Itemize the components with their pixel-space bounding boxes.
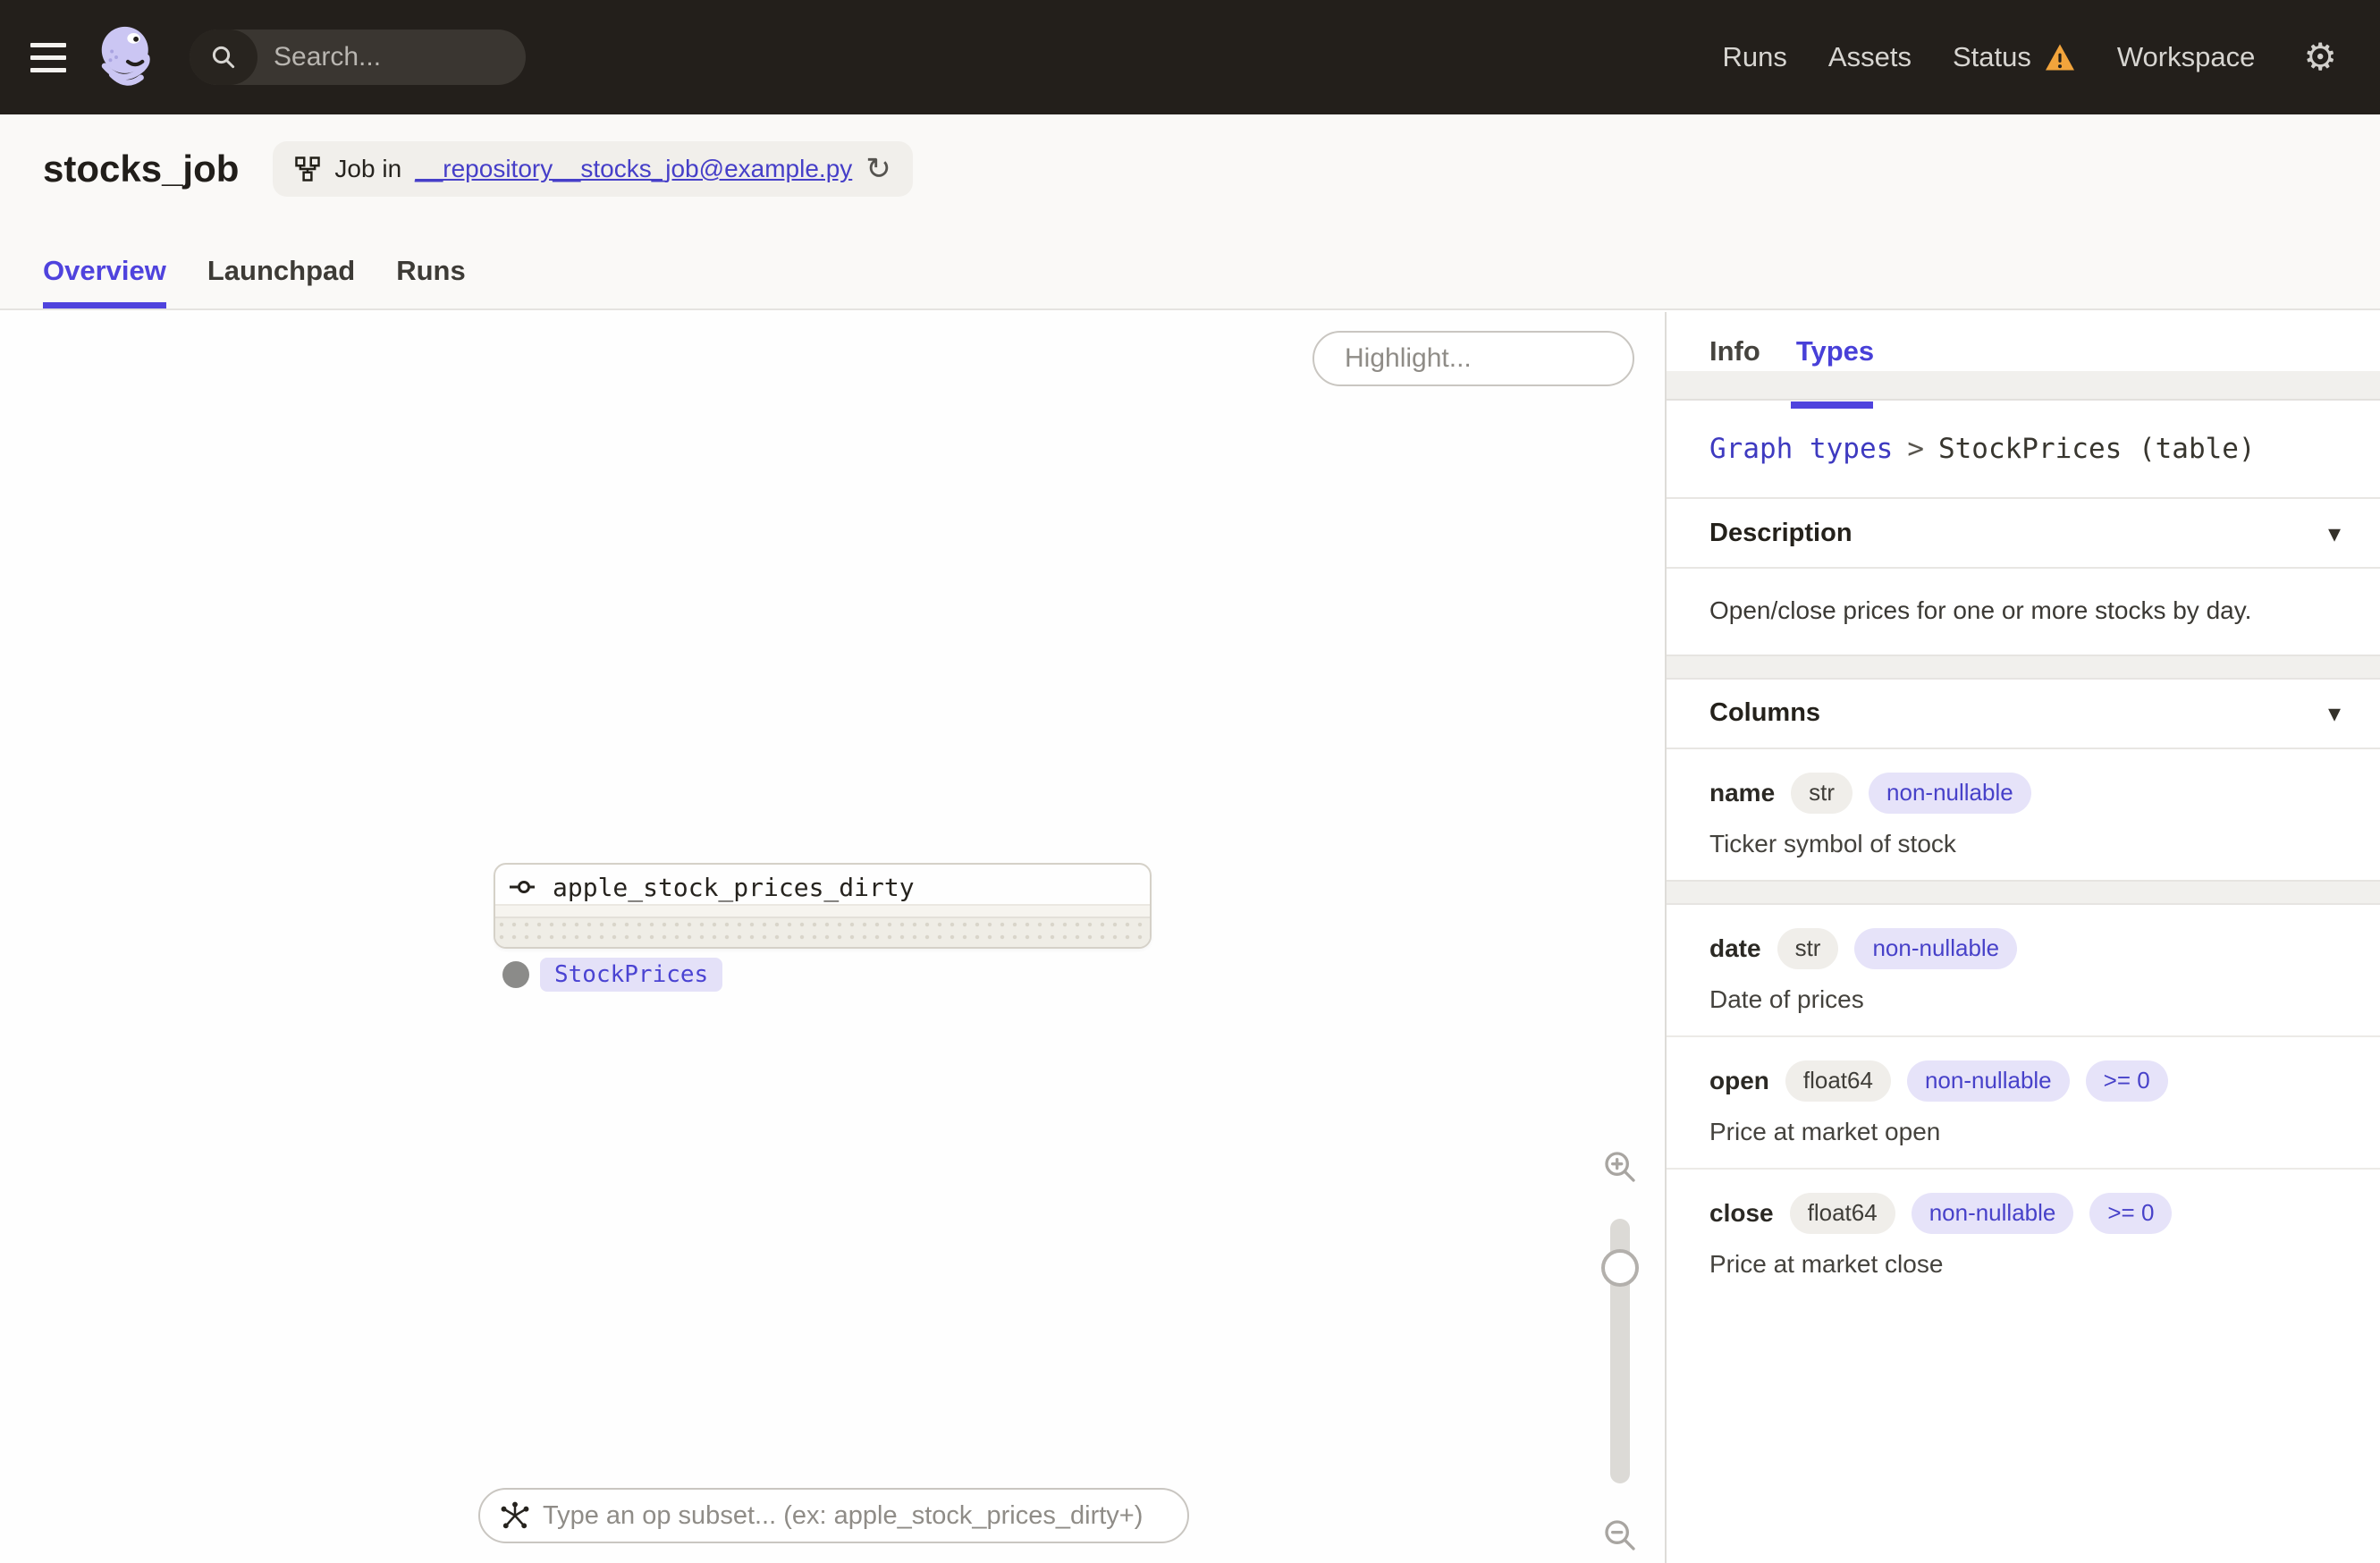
panel-tab-info[interactable]: Info [1709,335,1760,368]
column-type-pill: float64 [1785,1060,1891,1102]
op-node-strip [495,904,1150,917]
highlight-search [1312,331,1690,386]
panel-tab-types[interactable]: Types [1790,335,1875,409]
top-navigation-bar: / Runs Assets Status Workspace ⚙ [0,0,2380,114]
menu-icon[interactable] [30,32,80,82]
column-constraint-pill: >= 0 [2089,1192,2173,1234]
main-content: apple_stock_prices_dirty StockPrices [0,312,2380,1563]
columns-section-header[interactable]: Columns ▾ [1667,680,2380,749]
panel-tabs: Info Types [1667,312,2380,409]
refresh-icon[interactable]: ↻ [865,154,891,184]
top-nav-links: Runs Assets Status Workspace ⚙ [1723,38,2337,76]
job-file-link[interactable]: __repository__stocks_job@example.py [415,155,852,183]
app-root: / Runs Assets Status Workspace ⚙ stocks_… [0,0,2380,1563]
column-name: name [1709,778,1776,807]
global-search: / [190,30,526,85]
op-icon [510,881,535,893]
zoom-in-icon[interactable] [1602,1149,1638,1185]
job-tabs: Overview Launchpad Runs [0,255,2380,308]
tab-overview[interactable]: Overview [43,255,166,308]
page-header: stocks_job Job in __repository__stocks_j… [0,114,2380,310]
column-name: close [1709,1198,1774,1227]
nav-status-label: Status [1952,41,2031,72]
column-item-date: date str non-nullable Date of prices [1667,905,2380,1035]
op-node-name: apple_stock_prices_dirty [553,872,915,902]
column-name: date [1709,934,1761,962]
op-graph-canvas[interactable]: apple_stock_prices_dirty StockPrices [0,312,1690,1563]
panel-tabs-divider-band [1667,371,2380,401]
zoom-slider-thumb[interactable] [1601,1249,1639,1287]
zoom-controls [1591,1149,1649,1553]
column-type-pill: float64 [1789,1192,1895,1234]
column-description: Price at market open [1709,1117,1941,1145]
job-origin-tag: Job in __repository__stocks_job@example.… [273,141,913,197]
column-constraint-pill: non-nullable [1911,1192,2074,1234]
tab-runs[interactable]: Runs [396,255,466,308]
column-divider-band [1667,879,2380,905]
breadcrumb-graph-types-link[interactable]: Graph types [1709,433,1893,465]
column-constraint-pill: >= 0 [2085,1060,2168,1102]
column-name: open [1709,1066,1769,1094]
breadcrumb-current: StockPrices (table) [1937,433,2256,465]
breadcrumb-separator: > [1907,433,1924,465]
nav-workspace[interactable]: Workspace [2117,41,2256,73]
nav-assets[interactable]: Assets [1828,41,1912,73]
op-selector-icon [501,1501,529,1529]
warning-icon [2045,44,2074,71]
column-description: Ticker symbol of stock [1709,829,1956,858]
job-prefix-label: Job in [334,155,402,182]
dagster-logo-icon[interactable] [93,22,163,92]
search-input[interactable] [257,42,526,72]
description-section-header[interactable]: Description ▾ [1667,499,2380,569]
type-breadcrumb: Graph types > StockPrices (table) [1667,401,2380,499]
nav-runs[interactable]: Runs [1723,41,1787,73]
zoom-out-icon[interactable] [1602,1517,1638,1553]
column-item-close: close float64 non-nullable >= 0 Price at… [1667,1170,2380,1300]
op-subset-filter [478,1488,1189,1543]
search-icon [190,30,257,85]
column-type-pill: str [1791,772,1853,814]
op-node-apple-stock-prices-dirty[interactable]: apple_stock_prices_dirty [494,863,1152,949]
op-output-type-badge[interactable]: StockPrices [540,958,723,992]
column-constraint-pill: non-nullable [1869,772,2031,814]
gear-icon[interactable]: ⚙ [2303,38,2337,76]
op-subset-input[interactable] [543,1500,1168,1531]
tab-launchpad[interactable]: Launchpad [207,255,355,308]
nav-status[interactable]: Status [1953,41,2076,73]
op-node-title: apple_stock_prices_dirty [495,865,1150,904]
panel-tab-types-label: Types [1795,335,1875,367]
description-section-body: Open/close prices for one or more stocks… [1709,596,2252,624]
page-title: stocks_job [43,148,240,190]
chevron-down-icon: ▾ [2327,699,2341,728]
column-constraint-pill: non-nullable [1906,1060,2070,1102]
section-divider-band [1667,654,2380,680]
chevron-down-icon: ▾ [2327,519,2341,547]
column-item-name: name str non-nullable Ticker symbol of s… [1667,749,2380,880]
column-description: Price at market close [1709,1249,1944,1278]
columns-section-title: Columns [1709,698,1821,728]
highlight-input[interactable] [1345,343,1690,374]
column-item-open: open float64 non-nullable >= 0 Price at … [1667,1037,2380,1168]
column-type-pill: str [1777,927,1839,969]
zoom-slider[interactable] [1601,1219,1639,1483]
op-output-handle[interactable] [502,961,529,988]
type-explorer-panel: Info Types Graph types > StockPrices (ta… [1665,312,2380,1563]
column-description: Date of prices [1709,984,1864,1013]
title-row: stocks_job Job in __repository__stocks_j… [0,114,2380,197]
op-node-body [495,917,1150,947]
active-tab-underline [1790,401,1873,409]
job-graph-icon [295,156,321,182]
description-section-title: Description [1709,518,1853,547]
column-constraint-pill: non-nullable [1854,927,2018,969]
